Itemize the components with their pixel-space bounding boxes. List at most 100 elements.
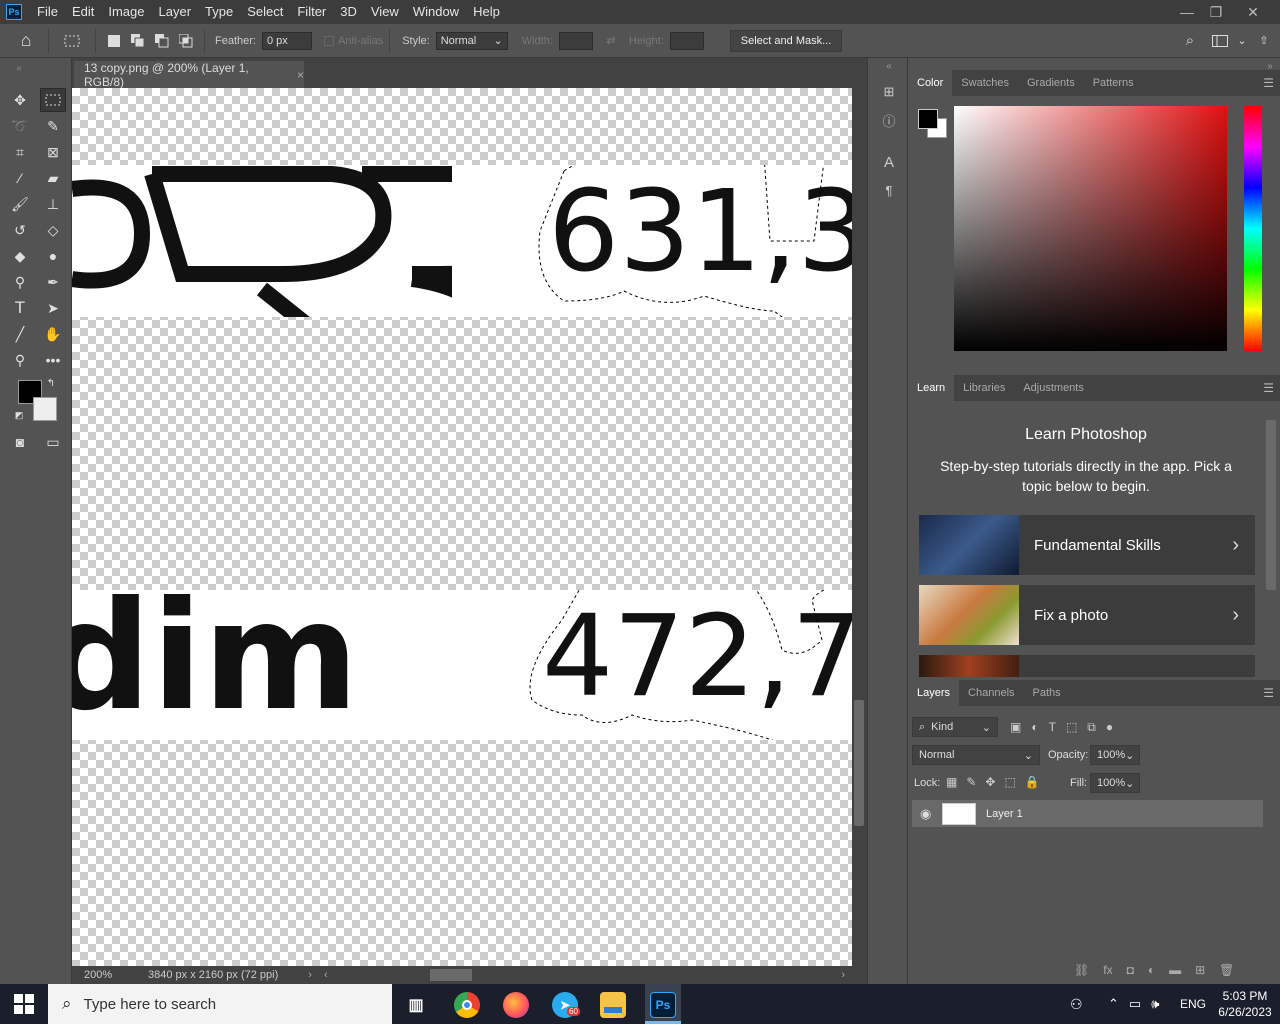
tab-libraries[interactable]: Libraries [954,375,1014,401]
clone-stamp-tool-icon[interactable]: ⊥ [40,192,66,216]
clock[interactable]: 5:03 PM 6/26/2023 [1218,984,1272,1024]
horizontal-scroll-thumb[interactable] [430,969,472,981]
menu-file[interactable]: File [30,0,65,24]
more-tools-icon[interactable]: ••• [40,348,66,372]
show-hidden-icons-icon[interactable]: ⌃ [1108,996,1119,1012]
taskbar-search-box[interactable]: ⌕ Type here to search [48,984,392,1024]
delete-layer-icon[interactable]: 🗑 [1219,963,1234,977]
pixel-filter-icon[interactable]: ▣ [1010,720,1021,735]
pen-tool-icon[interactable]: ✒ [40,270,66,294]
link-layers-icon[interactable]: ⛓ [1074,963,1089,977]
history-brush-tool-icon[interactable]: ↺ [7,218,33,242]
new-adjustment-icon[interactable]: ◐ [1148,963,1155,977]
chevron-down-icon[interactable]: ⌄ [1234,33,1250,49]
file-explorer-icon[interactable] [600,992,626,1018]
eraser-tool-icon[interactable]: ◇ [40,218,66,242]
menu-help[interactable]: Help [466,0,507,24]
layer-row[interactable]: ◉ Layer 1 [912,800,1263,827]
zoom-tool-icon[interactable]: ⚲ [7,348,33,372]
menu-filter[interactable]: Filter [290,0,333,24]
swap-icon[interactable]: ⇄ [603,33,619,49]
feather-input[interactable]: 0 px [261,31,312,50]
workspace-icon[interactable] [1212,33,1228,49]
color-picker-field[interactable] [954,106,1227,351]
frame-tool-icon[interactable]: ⊠ [40,140,66,164]
panel-menu-icon[interactable]: ☰ [1263,381,1274,395]
photoshop-taskbar-icon[interactable]: Ps [650,992,676,1018]
network-icon[interactable]: ▭ [1129,996,1141,1012]
character-icon[interactable]: A [879,152,899,172]
windows-start-icon[interactable] [14,994,34,1017]
swap-colors-icon[interactable]: ↰ [44,376,58,390]
lock-pixels-icon[interactable]: ✎ [966,775,976,789]
select-and-mask-button[interactable]: Select and Mask... [729,29,843,52]
add-mask-icon[interactable]: ◘ [1127,963,1134,977]
smart-object-filter-icon[interactable]: ⧉ [1087,720,1096,735]
opacity-input[interactable]: 100% ⌄ [1090,745,1140,765]
style-select[interactable]: Normal ⌄ [435,31,508,50]
layer-filter-select[interactable]: ⌕ Kind ⌄ [912,717,998,737]
panel-menu-icon[interactable]: ☰ [1263,686,1274,700]
subtract-selection-icon[interactable] [154,33,170,49]
lock-position-icon[interactable]: ✥ [985,775,995,789]
paint-bucket-tool-icon[interactable]: ◆ [7,244,33,268]
language-indicator[interactable]: ENG [1180,984,1206,1024]
new-group-icon[interactable]: ▬ [1169,963,1181,977]
tab-adjustments[interactable]: Adjustments [1014,375,1093,401]
adjustment-filter-icon[interactable]: ◐ [1031,720,1038,735]
type-tool-icon[interactable]: T [7,296,33,320]
eyedropper-tool-icon[interactable]: ⁄ [7,166,33,190]
quick-mask-icon[interactable]: ◙ [7,430,33,454]
fill-input[interactable]: 100% ⌄ [1090,773,1140,793]
share-icon[interactable]: ⇧ [1256,33,1272,49]
foreground-color-chip-top[interactable] [918,109,938,129]
people-icon[interactable]: ⚇ [1070,984,1083,1024]
lock-transparent-icon[interactable]: ▦ [946,775,957,789]
lock-all-icon[interactable]: 🔒 [1025,775,1040,789]
line-tool-icon[interactable]: ╱ [7,322,33,346]
scroll-left-icon[interactable]: ‹ [324,969,328,981]
canvas[interactable]: 631,3 dim 472,7 [72,88,852,966]
home-icon[interactable]: ⌂ [14,30,38,50]
scroll-right-icon[interactable]: › [841,969,845,981]
menu-edit[interactable]: Edit [65,0,101,24]
width-input[interactable] [558,31,593,50]
collapse-icon[interactable]: « [879,56,899,76]
fx-icon[interactable]: fx [1103,963,1112,977]
default-colors-icon[interactable]: ◩ [12,408,26,422]
hand-tool-icon[interactable]: ✋ [40,322,66,346]
task-view-icon[interactable]: ▥ [403,992,429,1018]
info-icon[interactable]: ⓘ [879,110,899,130]
tab-learn[interactable]: Learn [908,375,955,401]
panel-menu-icon[interactable]: ☰ [1263,76,1274,90]
menu-view[interactable]: View [364,0,406,24]
tab-gradients[interactable]: Gradients [1018,70,1084,96]
visibility-eye-icon[interactable]: ◉ [920,806,931,822]
menu-type[interactable]: Type [198,0,240,24]
screen-mode-icon[interactable]: ▭ [40,430,66,454]
tab-swatches[interactable]: Swatches [952,70,1018,96]
rectangular-marquee-tool-icon[interactable] [40,88,66,112]
tab-layers[interactable]: Layers [908,680,960,706]
layer-name[interactable]: Layer 1 [986,808,1023,820]
close-button[interactable]: ✕ [1236,0,1270,24]
path-selection-tool-icon[interactable]: ➤ [40,296,66,320]
healing-brush-tool-icon[interactable]: ▰ [40,166,66,190]
menu-select[interactable]: Select [240,0,290,24]
height-input[interactable] [669,31,704,50]
volume-icon[interactable]: 🕪 [1151,996,1159,1012]
chevron-right-icon[interactable]: › [308,969,312,981]
blend-mode-select[interactable]: Normal ⌄ [912,745,1040,765]
filter-toggle-icon[interactable]: ● [1106,720,1113,735]
history-icon[interactable]: ⊞ [879,82,899,102]
paragraph-icon[interactable]: ¶ [879,180,899,200]
artboard-lock-icon[interactable]: ⬚ [1004,775,1015,789]
move-tool-icon[interactable]: ✥ [7,88,33,112]
add-selection-icon[interactable] [130,33,146,49]
dodge-tool-icon[interactable]: ⚲ [7,270,33,294]
firefox-icon[interactable] [503,992,529,1018]
new-selection-icon[interactable] [106,33,122,49]
collapse-icon[interactable]: « [6,56,32,80]
lasso-tool-icon[interactable]: ➰ [7,114,33,138]
learn-scrollbar[interactable] [1266,420,1276,590]
